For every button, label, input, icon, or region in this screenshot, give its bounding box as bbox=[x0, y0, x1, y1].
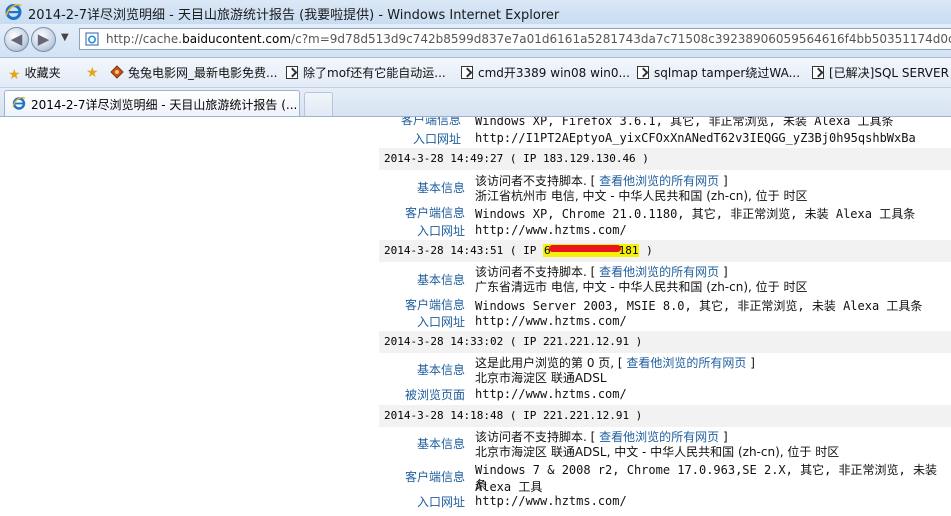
visitor-ip: 183.129.130.46 bbox=[542, 152, 636, 165]
basic-info-label: 基本信息 bbox=[416, 437, 465, 451]
visit-header: 2014-3-28 14:49:27 ( IP 183.129.130.46 ) bbox=[379, 148, 951, 170]
forward-button[interactable]: ▶ bbox=[31, 27, 56, 52]
favorite-label: 兔兔电影网_最新电影免费... bbox=[128, 66, 278, 80]
document-icon bbox=[286, 66, 298, 79]
client-info-value-wrap: 条 bbox=[475, 478, 488, 492]
tab-bar: 2014-2-7详尽浏览明细 - 天目山旅游统计报告 (... bbox=[0, 88, 951, 117]
visit-header: 2014-3-28 14:18:48 ( IP 221.221.12.91 ) bbox=[379, 405, 951, 427]
client-info-value: Windows Server 2003, MSIE 8.0, 其它, 非正常浏览… bbox=[475, 299, 923, 313]
location-info: 北京市海淀区 联通ADSL, 中文 - 中华人民共和国 (zh-cn), 位于 … bbox=[475, 445, 840, 459]
favorite-link-cmd[interactable]: cmd开3389 win08 win0... bbox=[461, 64, 630, 81]
navigation-bar: ◀ ▶ ▼ http://cache.baiducontent.com/c?m=… bbox=[0, 24, 951, 58]
client-info-label: 客户端信息 bbox=[404, 470, 465, 484]
entry-url-label: 入口网址 bbox=[412, 132, 461, 146]
visitor-ip-highlighted: 6 181 bbox=[542, 244, 640, 257]
movie-site-icon bbox=[110, 65, 124, 79]
entry-url-value[interactable]: http://I1PT2AEptyoA_yixCFOxXnANedT62v3IE… bbox=[475, 131, 916, 145]
basic-info-label: 基本信息 bbox=[416, 363, 465, 377]
tab-active[interactable]: 2014-2-7详尽浏览明细 - 天目山旅游统计报告 (... bbox=[4, 90, 300, 116]
star-icon: ★ bbox=[8, 67, 21, 83]
address-url[interactable]: http://cache.baiducontent.com/c?m=9d78d5… bbox=[106, 32, 951, 46]
favorite-label: [已解决]SQL SERVER 存 bbox=[829, 66, 951, 80]
back-button[interactable]: ◀ bbox=[4, 27, 29, 52]
url-host: baiducontent.com bbox=[182, 32, 292, 46]
visit-timestamp: 2014-3-28 14:18:48 ( IP 221.221.12.91 ) bbox=[384, 409, 643, 422]
url-prefix: http://cache. bbox=[106, 32, 183, 46]
tab-label: 2014-2-7详尽浏览明细 - 天目山旅游统计报告 (... bbox=[31, 98, 298, 112]
visit-header: 2014-3-28 14:43:51 ( IP 6 181 ) bbox=[379, 240, 951, 262]
favorite-link-sqlserver[interactable]: [已解决]SQL SERVER 存 bbox=[812, 64, 951, 81]
recent-pages-dropdown-icon[interactable]: ▼ bbox=[61, 32, 69, 43]
address-bar[interactable]: http://cache.baiducontent.com/c?m=9d78d5… bbox=[79, 28, 951, 50]
location-info: 广东省清远市 电信, 中文 - 中华人民共和国 (zh-cn), 位于 时区 bbox=[475, 280, 808, 294]
visit-timestamp: 2014-3-28 14:43:51 ( IP 6 181 ) bbox=[384, 244, 653, 257]
client-info-value: Windows XP, Chrome 21.0.1180, 其它, 非正常浏览,… bbox=[475, 207, 916, 221]
location-info: 浙江省杭州市 电信, 中文 - 中华人民共和国 (zh-cn), 位于 时区 bbox=[475, 189, 808, 203]
window-title: 2014-2-7详尽浏览明细 - 天目山旅游统计报告 (我要啦提供) - Win… bbox=[28, 8, 560, 23]
favorites-bar: ★ 收藏夹 ★ 兔兔电影网_最新电影免费... 除了mof还有它能自动运... c… bbox=[0, 58, 951, 88]
entry-url-value[interactable]: http://www.hztms.com/ bbox=[475, 494, 627, 508]
entry-url-value[interactable]: http://www.hztms.com/ bbox=[475, 314, 627, 328]
viewed-page-label: 被浏览页面 bbox=[404, 388, 465, 402]
entry-url-label: 入口网址 bbox=[416, 495, 465, 509]
entry-url-label: 入口网址 bbox=[416, 224, 465, 238]
entry-url-label: 入口网址 bbox=[416, 315, 465, 329]
basic-info-label: 基本信息 bbox=[416, 181, 465, 195]
page-icon bbox=[85, 32, 99, 46]
basic-info-label: 基本信息 bbox=[416, 273, 465, 287]
document-icon bbox=[461, 66, 473, 79]
visit-timestamp: 2014-3-28 14:33:02 ( IP 221.221.12.91 ) bbox=[384, 335, 643, 348]
document-icon bbox=[637, 66, 649, 79]
viewed-page-value[interactable]: http://www.hztms.com/ bbox=[475, 387, 627, 401]
entry-url-value[interactable]: http://www.hztms.com/ bbox=[475, 223, 627, 237]
client-info-label: 客户端信息 bbox=[400, 117, 461, 127]
client-info-label: 客户端信息 bbox=[404, 298, 465, 312]
client-info-value: Windows 7 & 2008 r2, Chrome 17.0.963,SE … bbox=[475, 463, 938, 494]
document-icon bbox=[812, 66, 824, 79]
view-all-pages-link[interactable]: 查看他浏览的所有网页 bbox=[599, 174, 719, 188]
favorite-label: cmd开3389 win08 win0... bbox=[478, 66, 630, 80]
client-info-label: 客户端信息 bbox=[404, 206, 465, 220]
add-favorite-button[interactable]: ★ bbox=[86, 64, 103, 81]
visitor-ip: 221.221.12.91 bbox=[542, 409, 630, 422]
visit-header: 2014-3-28 14:33:02 ( IP 221.221.12.91 ) bbox=[379, 331, 951, 353]
favorite-label: 除了mof还有它能自动运... bbox=[303, 66, 446, 80]
favorite-link-mof[interactable]: 除了mof还有它能自动运... bbox=[286, 64, 446, 81]
favorite-label: sqlmap tamper绕过WA... bbox=[654, 66, 801, 80]
title-bar: 2014-2-7详尽浏览明细 - 天目山旅游统计报告 (我要啦提供) - Win… bbox=[0, 0, 951, 25]
favorite-link-sqlmap[interactable]: sqlmap tamper绕过WA... bbox=[637, 64, 800, 81]
favorites-label: 收藏夹 bbox=[24, 66, 61, 80]
redaction-mark bbox=[548, 245, 621, 252]
view-all-pages-link[interactable]: 查看他浏览的所有网页 bbox=[599, 430, 719, 444]
view-all-pages-link[interactable]: 查看他浏览的所有网页 bbox=[626, 356, 746, 370]
internet-explorer-icon bbox=[5, 3, 22, 20]
view-all-pages-link[interactable]: 查看他浏览的所有网页 bbox=[599, 265, 719, 279]
favorite-link-movie[interactable]: 兔兔电影网_最新电影免费... bbox=[110, 64, 277, 81]
client-info-value: Windows XP, Firefox 3.6.1, 其它, 非正常浏览, 未装… bbox=[475, 117, 894, 128]
visit-timestamp: 2014-3-28 14:49:27 ( IP 183.129.130.46 ) bbox=[384, 152, 649, 165]
internet-explorer-icon bbox=[12, 96, 26, 110]
visitor-ip: 221.221.12.91 bbox=[542, 335, 630, 348]
location-info: 北京市海淀区 联通ADSL bbox=[475, 371, 607, 385]
add-to-favorites-icon: ★ bbox=[86, 65, 99, 81]
url-path: /c?m=9d78d513d9c742b8599d837e7a01d6161a5… bbox=[291, 32, 951, 46]
favorites-button[interactable]: ★ 收藏夹 bbox=[8, 64, 61, 83]
new-tab-button[interactable] bbox=[304, 92, 333, 116]
page-content: 客户端信息 Windows XP, Firefox 3.6.1, 其它, 非正常… bbox=[0, 117, 951, 516]
